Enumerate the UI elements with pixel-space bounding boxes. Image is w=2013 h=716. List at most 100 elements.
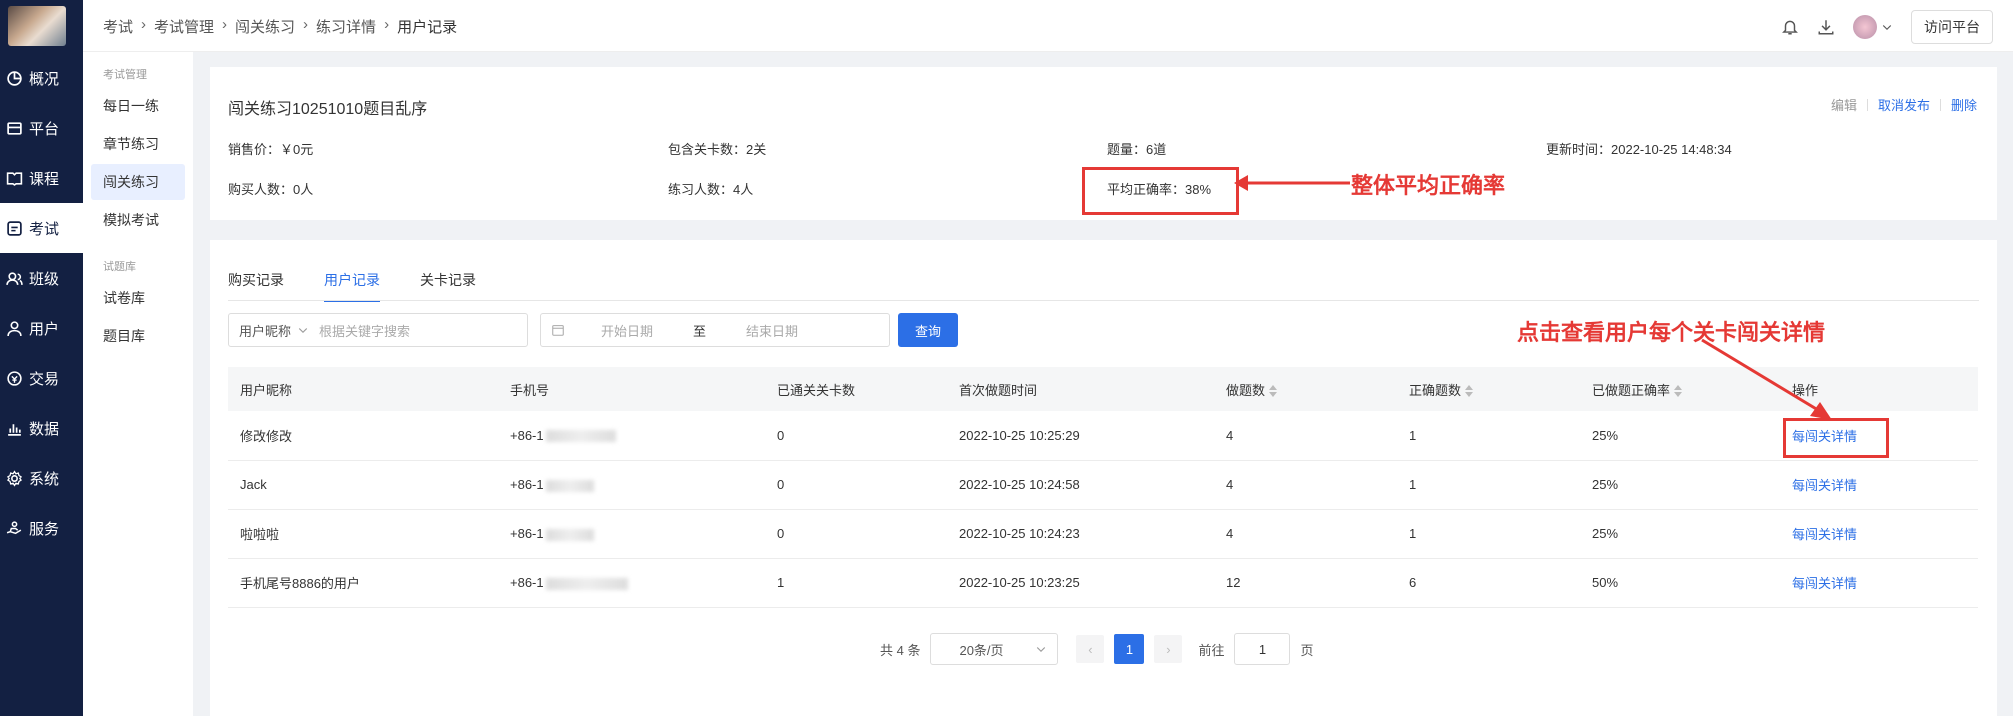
user-icon [7, 320, 22, 336]
level-details-link[interactable]: 每闯关详情 [1780, 509, 1978, 559]
date-separator: 至 [693, 323, 707, 339]
col-correct[interactable]: 正确题数 [1397, 367, 1580, 411]
level-details-link[interactable]: 每闯关详情 [1780, 558, 1978, 608]
nav-label: 考试 [29, 220, 60, 238]
nav-item-course[interactable]: 课程 [0, 153, 83, 203]
phone-prefix: +86-1 [510, 477, 544, 492]
subnav-item-mock[interactable]: 模拟考试 [91, 202, 185, 238]
book-icon [6, 171, 23, 186]
nav-item-system[interactable]: 系统 [0, 453, 83, 503]
practicers-info: 练习人数：4人 [668, 182, 754, 197]
nav-label: 平台 [29, 120, 60, 138]
nav-item-user[interactable]: 用户 [0, 303, 83, 353]
subnav-item-paper-bank[interactable]: 试卷库 [91, 280, 185, 316]
visit-platform-button[interactable]: 访问平台 [1911, 10, 1993, 44]
cell-passed: 0 [765, 509, 947, 559]
gear-icon [6, 469, 23, 487]
page-size-select[interactable]: 20条/页 [930, 633, 1059, 665]
bell-icon[interactable] [1781, 18, 1799, 36]
page-number-current[interactable]: 1 [1114, 634, 1145, 664]
cell-rate: 25% [1580, 460, 1780, 510]
sort-icon[interactable] [1465, 385, 1474, 398]
chart-icon [8, 423, 21, 436]
cell-rate: 50% [1580, 558, 1780, 608]
cell-done: 4 [1214, 509, 1397, 559]
sort-icon[interactable] [1269, 385, 1278, 398]
phone-prefix: +86-1 [510, 575, 544, 590]
main-nav: 概况 平台 课程 考试 班级 用户 交易 数据 系统 服务 [0, 53, 83, 553]
col-done[interactable]: 做题数 [1214, 367, 1397, 411]
records-card: 购买记录 用户记录 关卡记录 用户昵称 根据关键字搜索 开始日期 至 结束日期 … [210, 240, 1997, 716]
table-row: 啦啦啦 +86-1 0 2022-10-25 10:24:23 4 1 25% … [228, 509, 1978, 559]
breadcrumb-item[interactable]: 练习详情 [316, 16, 376, 37]
table-row: Jack +86-1 0 2022-10-25 10:24:58 4 1 25%… [228, 460, 1978, 510]
subnav-item-challenge[interactable]: 闯关练习 [91, 164, 185, 200]
prev-page-button[interactable]: ‹ [1076, 635, 1105, 663]
tab-purchase-records[interactable]: 购买记录 [228, 270, 284, 302]
chevron-down-icon [1882, 25, 1892, 31]
search-input[interactable]: 根据关键字搜索 [319, 321, 410, 340]
goto-page-input[interactable]: 1 [1234, 633, 1291, 665]
nav-item-exam[interactable]: 考试 [0, 203, 83, 253]
nav-label: 概况 [29, 70, 60, 88]
highlight-box [1082, 167, 1239, 215]
nav-label: 课程 [29, 170, 60, 188]
arrow-annotation [1701, 338, 1832, 420]
page-size-value: 20条/页 [959, 642, 1004, 658]
nav-item-trade[interactable]: 交易 [0, 353, 83, 403]
nav-item-data[interactable]: 数据 [0, 403, 83, 453]
date-range-picker[interactable]: 开始日期 至 结束日期 [540, 313, 890, 347]
breadcrumb-item[interactable]: 考试 [103, 16, 133, 37]
col-first-time: 首次做题时间 [947, 367, 1214, 411]
download-icon[interactable] [1817, 18, 1835, 36]
subnav-item-daily[interactable]: 每日一练 [91, 88, 185, 124]
questions-info: 题量：6道 [1107, 142, 1167, 157]
cell-passed: 0 [765, 460, 947, 510]
cell-passed: 0 [765, 411, 947, 461]
nav-label: 服务 [29, 520, 60, 538]
sort-icon[interactable] [1674, 385, 1683, 398]
col-passed: 已通关关卡数 [765, 367, 947, 411]
breadcrumb-item[interactable]: 闯关练习 [235, 16, 295, 37]
search-field-select[interactable]: 用户昵称 [229, 321, 319, 340]
nav-item-platform[interactable]: 平台 [0, 103, 83, 153]
records-tabs: 购买记录 用户记录 关卡记录 [228, 270, 476, 302]
service-icon [6, 520, 22, 534]
cell-correct: 1 [1397, 460, 1580, 510]
updated-info: 更新时间：2022-10-25 14:48:34 [1546, 142, 1732, 157]
phone-prefix: +86-1 [510, 526, 544, 541]
cell-phone: +86-1 [498, 509, 765, 559]
chevron-right-icon: › [303, 16, 309, 33]
nav-label: 交易 [29, 370, 60, 388]
main-sidebar: 概况 平台 课程 考试 班级 用户 交易 数据 系统 服务 [0, 0, 83, 716]
unpublish-button[interactable]: 取消发布 [1878, 95, 1930, 114]
breadcrumb-item[interactable]: 考试管理 [154, 16, 214, 37]
cell-done: 12 [1214, 558, 1397, 608]
tab-user-records[interactable]: 用户记录 [324, 270, 380, 302]
nav-item-overview[interactable]: 概况 [0, 53, 83, 103]
levels-info: 包含关卡数：2关 [668, 142, 767, 157]
delete-button[interactable]: 删除 [1951, 95, 1977, 114]
nav-item-service[interactable]: 服务 [0, 503, 83, 553]
start-date-input[interactable]: 开始日期 [601, 321, 653, 340]
subnav-item-chapter[interactable]: 章节练习 [91, 126, 185, 162]
logo[interactable] [8, 6, 66, 46]
next-page-button[interactable]: › [1154, 635, 1183, 663]
user-menu[interactable] [1853, 15, 1893, 39]
exam-icon [7, 220, 22, 236]
tab-level-records[interactable]: 关卡记录 [420, 270, 476, 302]
detail-actions: 编辑 取消发布 删除 [1831, 95, 1977, 114]
col-correct-label: 正确题数 [1409, 382, 1462, 398]
subnav-group-title: 试题库 [103, 261, 136, 273]
tab-divider [228, 300, 1979, 301]
blurred-phone [545, 479, 594, 492]
edit-button[interactable]: 编辑 [1831, 95, 1857, 114]
query-button[interactable]: 查询 [898, 313, 958, 347]
level-details-link[interactable]: 每闯关详情 [1780, 460, 1978, 510]
end-date-input[interactable]: 结束日期 [746, 321, 798, 340]
subnav-item-question-bank[interactable]: 题目库 [91, 318, 185, 354]
divider [1939, 98, 1941, 111]
cell-nickname: 修改修改 [228, 411, 498, 461]
nav-item-class[interactable]: 班级 [0, 253, 83, 303]
price-info: 销售价：￥0元 [228, 142, 314, 157]
